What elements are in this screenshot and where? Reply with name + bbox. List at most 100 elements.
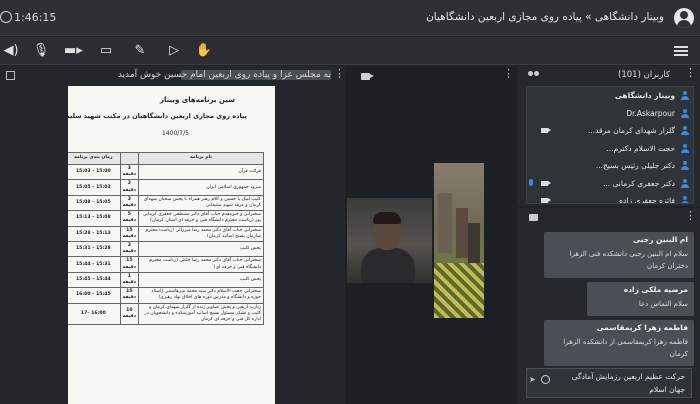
menu-icon[interactable]	[674, 46, 688, 56]
video-area	[345, 66, 517, 404]
user-name: فائزه جعفری زاده	[619, 196, 675, 204]
presentation-panel: به مجلس عزا و پیاده روی اربعین امام حسین…	[0, 66, 345, 404]
table-row: سخنرانی جناب آقای دکتر محمد رضا میرزائی …	[68, 225, 264, 243]
user-list-item[interactable]: فائزه جعفری زاده	[527, 192, 693, 204]
meeting-title: وبینار دانشگاهی » پیاده روی مجازی اربعین…	[426, 11, 664, 23]
user-icon	[681, 91, 689, 100]
users-icon	[528, 71, 540, 78]
chat-icon	[529, 214, 538, 221]
message-author: فاطمه زهرا کریمقاسمی	[596, 323, 688, 332]
time-cell: 15:45 – 15:44	[68, 271, 121, 289]
duration-cell: 2 دقیقه	[119, 179, 140, 196]
table-row: زیارت اربعین و پخش تصاویر زنده از گلزار …	[68, 302, 264, 326]
table-row: پخش کلیپ 1 دقیقه 15:45 – 15:44	[68, 271, 264, 289]
user-list-item[interactable]: Dr.Askarpour	[527, 105, 693, 123]
user-icon	[681, 143, 689, 153]
user-name: دکتر جعفری کرمانی ...	[602, 178, 675, 188]
expand-icon[interactable]	[6, 71, 15, 80]
camera-on-icon	[541, 180, 551, 186]
table-row: قرائت قرآن 3 دقیقه 15:03 – 15:00	[68, 163, 264, 181]
user-list-item[interactable]: حجت الاسلام دکترم...	[527, 140, 693, 158]
speaker-video[interactable]	[347, 198, 432, 283]
mic-muted-icon[interactable]: 🎙︎	[32, 42, 50, 60]
screen-share-icon[interactable]: ▭	[97, 42, 115, 60]
user-list-item[interactable]: وبینار دانشگاهی	[527, 87, 693, 105]
duration-cell: 5 دقیقه	[119, 210, 140, 227]
toolbar: ◀) 🎙︎ ▬▸ ▭ ✎ ▷ ✋	[0, 37, 700, 65]
top-bar: 1:46:15 وبینار دانشگاهی » پیاده روی مجاز…	[0, 0, 700, 36]
duration-cell: 3 دقیقه	[119, 163, 140, 181]
chat-message: فاطمه زهرا کریمقاسمی فاطمه زهرا کریمقاسم…	[544, 320, 694, 366]
chat-panel: ام البنین رجبی سلام ام البنین رجبی دانشک…	[518, 208, 700, 404]
user-icon	[681, 161, 689, 170]
chat-options-icon[interactable]	[685, 209, 696, 223]
chat-input[interactable]: ➤ حرکت عظیم اربعین رزمایش آمادگی جهان اس…	[526, 368, 692, 398]
table-row: سخنرانی و خیرمقدم جناب آقای دکتر مصطفی ج…	[68, 210, 264, 227]
camera-on-icon	[541, 128, 551, 133]
user-icon	[681, 178, 689, 188]
chat-input-text[interactable]: جهان اسلام	[649, 385, 685, 394]
program-cell: سخنرانی جناب آقای دکتر محمد رضا جلیلی (ر…	[138, 256, 264, 273]
time-cell: 15:44 – 15:31	[68, 256, 121, 273]
user-name: حجت الاسلام دکترم...	[606, 143, 675, 153]
camera-icon[interactable]: ▬▸	[64, 42, 83, 60]
message-text: فاطمه زهرا کریمقاسمی از دانشکده الزهرا	[563, 338, 688, 346]
users-options-icon[interactable]	[685, 66, 696, 80]
raise-hand-icon[interactable]: ✋	[195, 42, 213, 60]
session-timer: 1:46:15	[14, 11, 57, 24]
present-icon[interactable]: ▷	[165, 42, 183, 60]
send-icon[interactable]: ➤	[529, 375, 536, 384]
camera-on-icon	[541, 198, 551, 203]
speaker-icon[interactable]: ◀)	[2, 42, 20, 60]
time-cell: 15:31 – 15:28	[68, 241, 121, 258]
user-list-item[interactable]: دکتر جعفری کرمانی ...	[527, 175, 693, 193]
emoji-icon[interactable]	[541, 375, 550, 384]
user-avatar-icon[interactable]	[674, 8, 694, 28]
program-cell: پخش کلیپ	[138, 271, 264, 289]
message-text: سلام ام البنین رجبی دانشکده فنی الزهرا	[569, 250, 688, 258]
leave-icon[interactable]	[0, 11, 12, 23]
doc-heading: سین برنامه‌های وبینار	[160, 96, 235, 104]
duration-cell: 1 دقیقه	[119, 271, 140, 289]
time-cell: 17– 16:00	[68, 302, 121, 326]
time-cell: 15:13 – 15:08	[68, 210, 121, 227]
time-cell: 15:08 – 15:05	[68, 194, 121, 212]
users-title: کاربران (101)	[618, 70, 670, 80]
presentation-header: به مجلس عزا و پیاده روی اربعین امام حسین…	[0, 66, 345, 86]
chat-message: ام البنین رجبی سلام ام البنین رجبی دانشک…	[544, 232, 694, 278]
program-cell: سرود جمهوری اسلامی ایران	[138, 179, 264, 196]
user-list-item[interactable]: گلزار شهدای کرمان مرقد...	[527, 122, 693, 140]
program-cell: سخنرانی حجت الاسلام دکتر سید محمد میرهاش…	[138, 287, 264, 304]
time-cell: 15:28 – 15:13	[68, 225, 121, 243]
user-name: وبینار دانشگاهی	[614, 91, 675, 100]
user-icon	[681, 108, 689, 118]
mic-on-icon	[529, 178, 533, 186]
table-row: سخنرانی حجت الاسلام دکتر سید محمد میرهاش…	[68, 287, 264, 304]
chat-input-text[interactable]: حرکت عظیم اربعین رزمایش آمادگی	[572, 372, 685, 381]
camera-icon	[361, 73, 374, 80]
program-cell: سخنرانی و خیرمقدم جناب آقای دکتر مصطفی ج…	[138, 210, 264, 227]
more-options-icon[interactable]	[334, 67, 345, 81]
message-text: کرمان	[669, 350, 688, 358]
video-options-icon[interactable]	[503, 67, 514, 81]
time-cell: 15:03 – 15:00	[68, 163, 121, 181]
duration-cell: 3 دقیقه	[119, 241, 140, 258]
duration-cell: 3 دقیقه	[119, 194, 140, 212]
message-author: ام البنین رجبی	[633, 235, 688, 244]
table-row: پخش کلیپ 3 دقیقه 15:31 – 15:28	[68, 241, 264, 258]
users-panel: کاربران (101) وبینار دانشگاهی Dr.Askarpou…	[518, 66, 700, 206]
user-list-item[interactable]: دکتر جلیلی رئیس بسیج...	[527, 157, 693, 175]
duration-cell: 10 دقیقه	[119, 302, 140, 326]
pen-icon[interactable]: ✎	[131, 42, 149, 60]
col-time: زمان بندی برنامه	[68, 152, 121, 165]
duration-cell: 15 دقیقه	[119, 225, 140, 243]
user-name: دکتر جلیلی رئیس بسیج...	[595, 161, 675, 170]
time-cell: 16:00 – 15:45	[68, 287, 121, 304]
time-cell: 15:05 – 15:03	[68, 179, 121, 196]
message-author: مرضیه ملکی زاده	[623, 285, 688, 294]
chat-header	[518, 208, 700, 226]
program-cell: زیارت اربعین و پخش تصاویر زنده از گلزار …	[138, 302, 264, 326]
users-header: کاربران (101)	[518, 66, 700, 84]
shrine-video[interactable]	[434, 163, 484, 318]
user-list: وبینار دانشگاهی Dr.Askarpour گلزار شهدای ک…	[526, 86, 694, 204]
